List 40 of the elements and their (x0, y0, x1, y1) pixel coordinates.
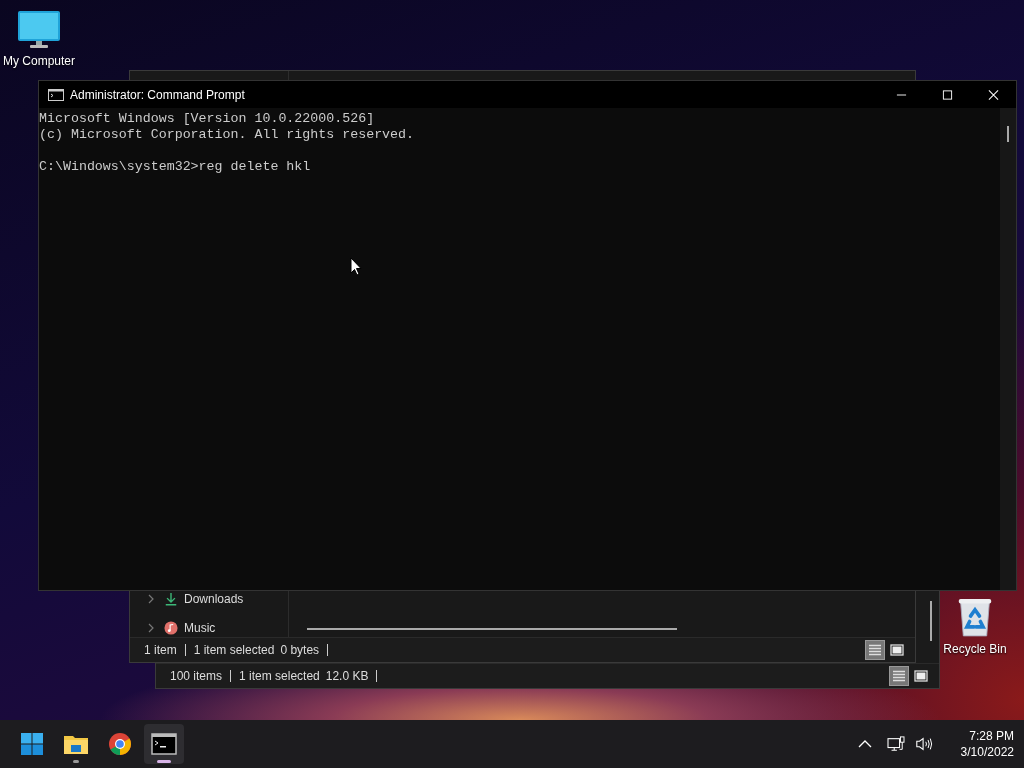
selection-info: 1 item selected (239, 669, 320, 683)
chevron-icon[interactable] (148, 623, 154, 633)
chevron-icon[interactable] (148, 594, 154, 604)
scrollbar-thumb[interactable] (307, 628, 677, 630)
mouse-pointer-icon (350, 257, 362, 276)
terminal-icon (48, 88, 64, 101)
nav-item[interactable]: Music (130, 619, 268, 637)
chevron-up-icon[interactable] (858, 740, 872, 748)
close-icon (987, 89, 999, 100)
recycle-bin-icon[interactable] (957, 596, 993, 638)
console-line: (c) Microsoft Corporation. All rights reserved. (39, 127, 416, 143)
volume-icon[interactable] (915, 736, 933, 752)
list-icon (868, 644, 882, 656)
console-prompt-line: C:\Windows\system32>reg delete hkl (39, 159, 312, 175)
network-icon[interactable] (887, 736, 905, 752)
selection-info: 1 item selected (193, 643, 275, 657)
computer-icon[interactable] (17, 10, 61, 50)
desktop-icon-label[interactable]: My Computer (3, 54, 75, 68)
scrollbar-thumb[interactable] (930, 601, 932, 641)
terminal-icon (151, 732, 177, 756)
maximize-icon (941, 89, 953, 100)
music-icon (164, 621, 178, 635)
selection-size: 0 bytes (280, 644, 329, 656)
item-count: 1 item (144, 644, 186, 656)
console-line: Microsoft Windows [Version 10.0.22000.526] (39, 111, 376, 127)
download-icon (164, 592, 178, 606)
start-icon (19, 732, 45, 756)
desktop-icon-label[interactable]: Recycle Bin (943, 642, 1007, 656)
clock-time[interactable]: 7:28 PM (969, 728, 1014, 744)
preview-pane-icon (914, 670, 928, 682)
scrollbar-thumb[interactable] (1007, 126, 1009, 142)
list-icon (892, 670, 906, 682)
window-title: Administrator: Command Prompt (70, 87, 245, 102)
selection-size: 12.0 KB (325, 670, 378, 682)
clock-date[interactable]: 3/10/2022 (960, 744, 1014, 760)
taskbar-app-button[interactable] (144, 724, 184, 764)
nav-item[interactable]: Downloads (130, 590, 268, 608)
preview-pane-icon (890, 644, 904, 656)
browser-icon (107, 732, 133, 756)
item-count: 100 items (170, 670, 232, 682)
